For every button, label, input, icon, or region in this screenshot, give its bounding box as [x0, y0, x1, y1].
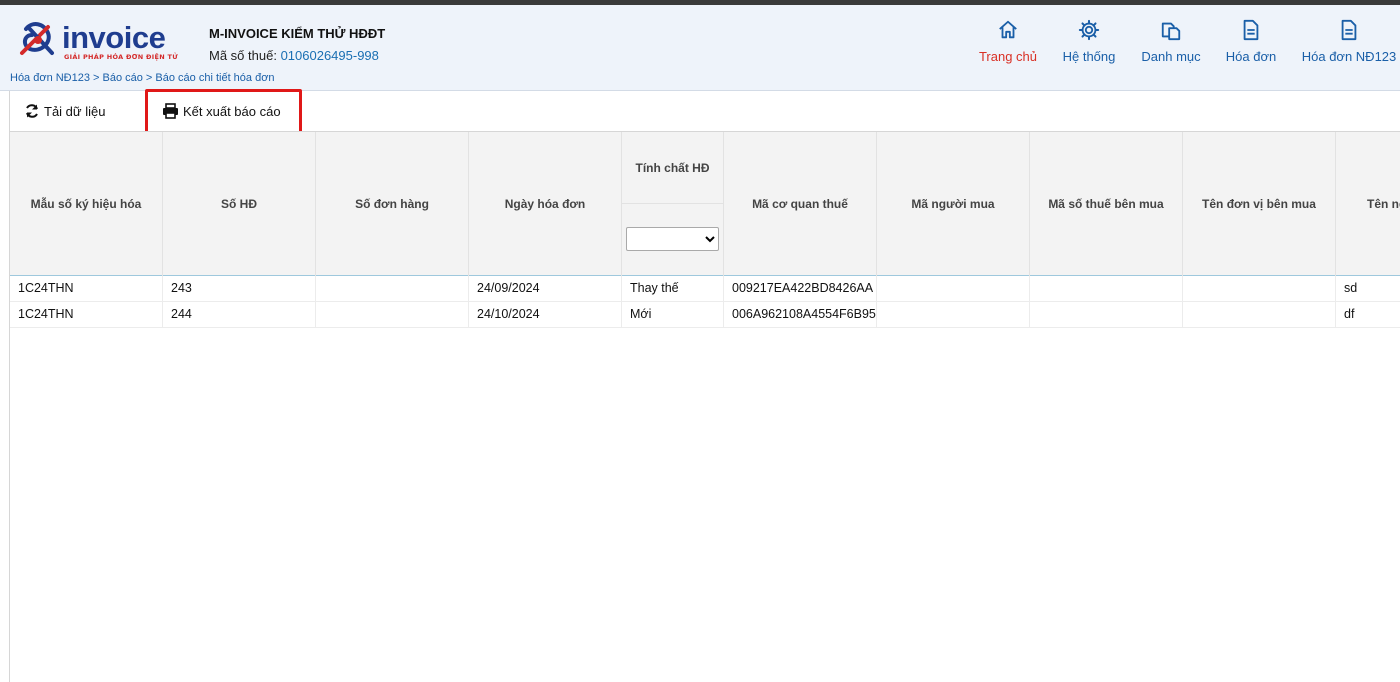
column-header[interactable]: Số HĐ — [163, 132, 316, 276]
table-cell — [877, 302, 1030, 328]
table-cell: 24/10/2024 — [469, 302, 622, 328]
tax-label: Mã số thuế: — [209, 48, 277, 63]
column-header[interactable]: Tên đơn vị bên mua — [1183, 132, 1336, 276]
table-cell: 243 — [163, 276, 316, 302]
column-header[interactable]: Mẫu số ký hiệu hóa — [10, 132, 163, 276]
nav-invoice-nd123-label: Hóa đơn NĐ123 — [1301, 49, 1397, 64]
table-cell: sd — [1336, 276, 1400, 302]
column-header[interactable]: Ngày hóa đơn — [469, 132, 622, 276]
table-cell: 24/09/2024 — [469, 276, 622, 302]
home-icon — [999, 20, 1017, 39]
table-cell: 006A962108A4554F6B95 — [724, 302, 877, 328]
nav-home-label: Trang chủ — [978, 49, 1038, 64]
table-cell: 244 — [163, 302, 316, 328]
table-cell: Thay thế — [622, 276, 724, 302]
reload-data-label: Tải dữ liệu — [44, 103, 106, 119]
nav-home[interactable]: Trang chủ — [978, 19, 1038, 79]
table-cell — [1030, 302, 1183, 328]
nav-invoice-label: Hóa đơn — [1225, 49, 1277, 64]
nav-invoice-nd123[interactable]: Hóa đơn NĐ123 — [1300, 19, 1398, 79]
column-header[interactable]: Mã số thuế bên mua — [1030, 132, 1183, 276]
table-cell — [1183, 276, 1336, 302]
table-cell — [316, 276, 469, 302]
minvoice-logo[interactable]: invoice GIẢI PHÁP HÓA ĐƠN ĐIỆN TỬ — [18, 19, 186, 69]
company-name: M-INVOICE KIỂM THỬ HĐĐT — [209, 26, 386, 41]
gear-icon — [1078, 19, 1100, 41]
nav-catalog[interactable]: Danh mục — [1140, 19, 1202, 79]
table-row[interactable]: 1C24THN 244 24/10/2024 Mới 006A962108A45… — [10, 302, 1400, 328]
table-cell: df — [1336, 302, 1400, 328]
table-cell — [1030, 276, 1183, 302]
table-header: Mẫu số ký hiệu hóa Số HĐ Số đơn hàng Ngà… — [10, 132, 1400, 276]
document-icon — [1243, 19, 1259, 41]
table-cell: 009217EA422BD8426AA — [724, 276, 877, 302]
table-cell — [1183, 302, 1336, 328]
table-cell — [316, 302, 469, 328]
column-header-with-filter: Tính chất HĐ — [622, 132, 724, 276]
table-cell: 1C24THN — [10, 302, 163, 328]
nature-filter-select[interactable] — [626, 227, 719, 251]
logo-tagline: GIẢI PHÁP HÓA ĐƠN ĐIỆN TỬ — [64, 53, 179, 61]
column-header[interactable]: Tính chất HĐ — [622, 132, 723, 204]
nav-system[interactable]: Hệ thống — [1061, 19, 1117, 79]
logo-mark-icon — [20, 22, 54, 55]
table-cell — [877, 276, 1030, 302]
table-cell: Mới — [622, 302, 724, 328]
tax-line: Mã số thuế: 0106026495-998 — [209, 48, 379, 63]
documents-icon — [1161, 22, 1181, 41]
tax-code: 0106026495-998 — [280, 48, 379, 63]
app-header: invoice GIẢI PHÁP HÓA ĐƠN ĐIỆN TỬ M-INVO… — [0, 5, 1400, 91]
reload-data-button[interactable]: Tải dữ liệu — [24, 99, 105, 123]
logo-text: invoice — [62, 20, 166, 55]
nav-catalog-label: Danh mục — [1141, 49, 1201, 64]
table-row[interactable]: 1C24THN 243 24/09/2024 Thay thế 009217EA… — [10, 276, 1400, 302]
invoice-report-table: Mẫu số ký hiệu hóa Số HĐ Số đơn hàng Ngà… — [9, 131, 1400, 682]
nav-system-label: Hệ thống — [1062, 49, 1116, 64]
breadcrumb[interactable]: Hóa đơn NĐ123 > Báo cáo > Báo cáo chi ti… — [10, 72, 275, 84]
nav-invoice[interactable]: Hóa đơn — [1224, 19, 1278, 79]
column-header[interactable]: Mã cơ quan thuế — [724, 132, 877, 276]
column-header[interactable]: Tên người mua — [1336, 132, 1400, 276]
column-header[interactable]: Số đơn hàng — [316, 132, 469, 276]
table-cell: 1C24THN — [10, 276, 163, 302]
column-header[interactable]: Mã người mua — [877, 132, 1030, 276]
document-icon — [1341, 19, 1357, 41]
refresh-icon — [26, 104, 38, 118]
